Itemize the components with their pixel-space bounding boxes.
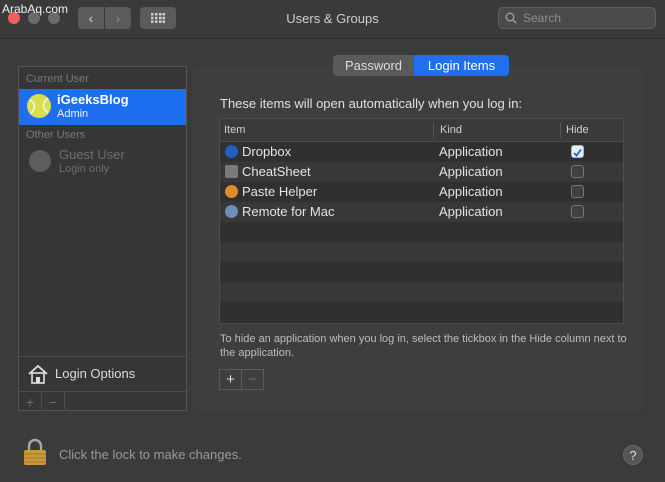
column-divider: [560, 122, 561, 138]
current-user-header: Current User: [26, 73, 89, 85]
empty-row: [220, 262, 623, 282]
remote-for-mac-icon: [225, 205, 238, 218]
user-name: iGeeksBlog: [57, 92, 129, 107]
user-item-guest[interactable]: Guest User Login only: [19, 145, 186, 181]
search-icon: [505, 12, 517, 24]
item-kind: Application: [439, 164, 503, 179]
item-kind: Application: [439, 184, 503, 199]
add-login-item-button[interactable]: +: [220, 370, 241, 389]
column-header-kind[interactable]: Kind: [440, 119, 462, 141]
item-name: Paste Helper: [242, 184, 318, 199]
guest-name: Guest User: [59, 147, 125, 162]
search-field[interactable]: [498, 7, 656, 29]
lock-icon[interactable]: [22, 438, 48, 466]
table-header: Item Kind Hide: [220, 119, 623, 142]
paste-helper-icon: [225, 185, 238, 198]
login-options-label: Login Options: [55, 366, 136, 381]
tennis-ball-icon: [29, 97, 49, 115]
guest-avatar-icon: [29, 150, 51, 172]
empty-row: [220, 282, 623, 302]
user-list-toolbar: + −: [19, 391, 186, 412]
hide-instructions: To hide an application when you log in, …: [220, 333, 627, 359]
empty-row: [220, 302, 623, 322]
item-name: Remote for Mac: [242, 204, 335, 219]
user-list-pane: Current User iGeeksBlog Admin Other User…: [18, 66, 187, 411]
column-header-item[interactable]: Item: [224, 119, 245, 141]
table-row[interactable]: CheatSheet Application: [220, 162, 623, 182]
column-header-hide[interactable]: Hide: [566, 119, 589, 141]
dropbox-icon: [225, 145, 238, 158]
search-input[interactable]: [521, 10, 645, 26]
user-item-igeeksblog[interactable]: iGeeksBlog Admin: [19, 89, 186, 125]
help-button[interactable]: ?: [623, 445, 643, 465]
table-row[interactable]: Dropbox Application: [220, 142, 623, 162]
checkmark-icon: [573, 148, 582, 157]
item-kind: Application: [439, 144, 503, 159]
title-bar: ‹ › Users & Groups: [0, 0, 665, 39]
remove-login-item-button[interactable]: −: [241, 370, 263, 389]
guest-subtitle: Login only: [59, 163, 110, 175]
add-user-button[interactable]: +: [19, 392, 42, 411]
hide-checkbox[interactable]: [571, 145, 584, 158]
watermark: ArabAq.com: [2, 2, 69, 16]
column-divider: [433, 122, 434, 138]
hide-checkbox[interactable]: [571, 185, 584, 198]
hide-checkbox[interactable]: [571, 165, 584, 178]
login-items-table: Item Kind Hide Dropbox Application Cheat…: [219, 118, 624, 324]
lock-message: Click the lock to make changes.: [59, 447, 242, 462]
user-role: Admin: [57, 108, 89, 120]
avatar: [27, 94, 51, 118]
remove-user-button[interactable]: −: [42, 392, 65, 411]
item-name: CheatSheet: [242, 164, 311, 179]
house-icon: [28, 364, 48, 384]
table-row[interactable]: Remote for Mac Application: [220, 202, 623, 222]
cheatsheet-icon: [225, 165, 238, 178]
tab-bar: Password Login Items: [333, 55, 509, 76]
tab-login-items[interactable]: Login Items: [414, 55, 509, 76]
other-users-header: Other Users: [26, 129, 86, 141]
hide-checkbox[interactable]: [571, 205, 584, 218]
empty-row: [220, 222, 623, 242]
item-kind: Application: [439, 204, 503, 219]
table-row[interactable]: Paste Helper Application: [220, 182, 623, 202]
login-items-toolbar: + −: [219, 369, 264, 390]
tab-password[interactable]: Password: [333, 55, 414, 76]
login-items-intro: These items will open automatically when…: [220, 96, 523, 111]
item-name: Dropbox: [242, 144, 292, 159]
login-options-item[interactable]: Login Options: [19, 356, 186, 391]
empty-row: [220, 242, 623, 262]
